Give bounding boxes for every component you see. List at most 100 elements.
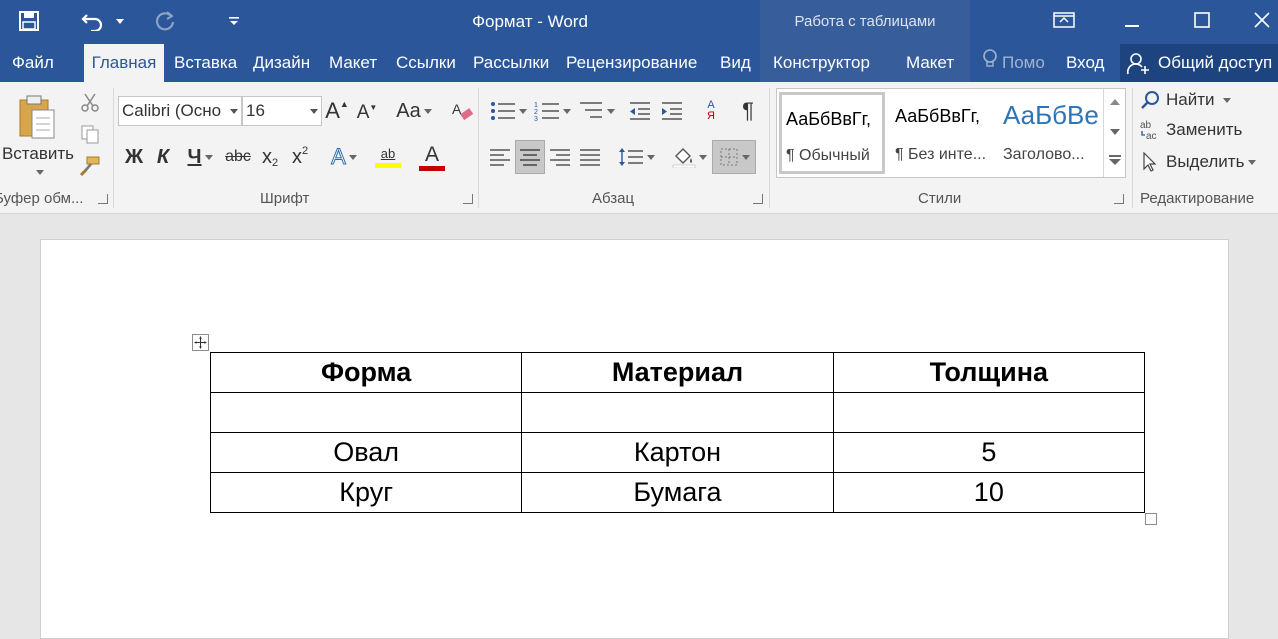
scroll-up-icon[interactable] — [1110, 99, 1120, 105]
line-spacing-icon[interactable] — [614, 142, 658, 172]
redo-icon[interactable] — [150, 6, 180, 36]
paragraph-group-label: Абзац — [592, 190, 635, 207]
paste-button[interactable]: Вставить — [0, 86, 76, 182]
minimize-icon[interactable] — [1110, 0, 1154, 40]
clipboard-group-label: Буфер обм... — [0, 190, 84, 207]
table-header-row: Форма Материал Толщина — [209, 352, 1146, 393]
tab-design[interactable]: Дизайн — [253, 44, 310, 82]
font-name-combo[interactable]: Calibri (Осно — [118, 96, 242, 126]
superscript-button[interactable]: x2 — [286, 142, 314, 172]
ribbon-display-icon[interactable] — [1042, 0, 1086, 40]
find-button[interactable]: Найти — [1140, 88, 1231, 112]
underline-button[interactable]: Ч — [180, 142, 220, 172]
tab-review[interactable]: Рецензирование — [566, 44, 697, 82]
document-table[interactable]: Форма Материал Толщина Овал Картон 5 Кру… — [209, 352, 1146, 513]
style-normal[interactable]: АаБбВвГг, ¶ Обычный — [779, 92, 885, 174]
select-button[interactable]: Выделить — [1140, 150, 1257, 174]
styles-more-icon[interactable] — [1109, 155, 1121, 165]
font-color-button[interactable]: A — [410, 140, 454, 174]
font-size-combo[interactable]: 16 — [242, 96, 322, 126]
tab-references[interactable]: Ссылки — [396, 44, 456, 82]
format-painter-icon[interactable] — [78, 154, 102, 178]
align-left-icon[interactable] — [486, 142, 514, 172]
show-marks-button[interactable]: ¶ — [736, 96, 760, 126]
undo-dropdown-icon[interactable] — [112, 6, 128, 36]
multilevel-list-icon[interactable] — [576, 96, 616, 126]
font-launcher-icon[interactable] — [463, 194, 473, 204]
subscript-icon: x — [261, 145, 272, 168]
subscript-mark: 2 — [271, 157, 279, 169]
tab-table-layout[interactable]: Макет — [906, 44, 954, 82]
sort-button[interactable]: А Я — [698, 96, 724, 126]
align-right-icon[interactable] — [546, 142, 574, 172]
shading-icon[interactable] — [668, 142, 710, 172]
sort-bottom-letter: Я — [707, 110, 715, 122]
table-cell[interactable]: 10 — [832, 472, 1146, 513]
share-button[interactable]: Общий доступ — [1120, 44, 1278, 82]
numbering-icon[interactable]: 123 — [532, 96, 572, 126]
strikethrough-button[interactable]: abc — [222, 142, 254, 172]
chevron-down-icon — [310, 109, 318, 114]
table-cell[interactable]: Овал — [209, 432, 523, 473]
italic-button[interactable]: К — [150, 142, 176, 172]
font-color-bar — [419, 165, 445, 171]
table-cell[interactable]: Картон — [521, 432, 834, 473]
maximize-icon[interactable] — [1180, 0, 1224, 40]
undo-icon[interactable] — [78, 6, 108, 36]
table-cell[interactable]: Бумага — [521, 472, 834, 513]
table-cell[interactable] — [832, 392, 1146, 433]
style-preview: АаБбВвГг, — [786, 109, 872, 129]
grow-font-icon: A — [325, 98, 340, 123]
table-resize-handle[interactable] — [1145, 513, 1157, 525]
styles-scrollbar[interactable] — [1103, 89, 1125, 177]
table-cell[interactable]: 5 — [832, 432, 1146, 473]
style-heading-1[interactable]: АаБбВе Заголово... — [997, 92, 1103, 174]
tab-table-design[interactable]: Конструктор — [773, 44, 870, 82]
tab-layout[interactable]: Макет — [329, 44, 377, 82]
bullets-icon[interactable] — [488, 96, 528, 126]
style-name: ¶ Обычный — [786, 147, 870, 164]
copy-icon[interactable] — [78, 122, 102, 146]
clear-formatting-icon[interactable]: A — [448, 96, 476, 126]
paragraph-launcher-icon[interactable] — [753, 194, 763, 204]
table-header-cell[interactable]: Материал — [521, 352, 834, 393]
shrink-font-button[interactable]: A ▼ — [356, 98, 378, 128]
borders-icon[interactable] — [712, 140, 756, 174]
grow-font-button[interactable]: A ▲ — [325, 96, 349, 126]
bold-button[interactable]: Ж — [120, 142, 148, 172]
text-effects-button[interactable]: A — [324, 142, 364, 172]
group-divider — [769, 88, 770, 208]
subscript-button[interactable]: x2 — [256, 142, 284, 172]
paste-dropdown-icon[interactable] — [35, 169, 44, 175]
tab-home[interactable]: Главная — [84, 44, 164, 82]
scroll-down-icon[interactable] — [1110, 129, 1120, 135]
table-cell[interactable]: Круг — [209, 472, 523, 513]
tab-file[interactable]: Файл — [12, 44, 54, 82]
table-cell[interactable] — [209, 392, 523, 433]
table-cell[interactable] — [521, 392, 834, 433]
table-move-handle-icon[interactable] — [192, 334, 209, 351]
cut-icon[interactable] — [78, 90, 102, 114]
tab-view[interactable]: Вид — [720, 44, 751, 82]
customize-qat-icon[interactable] — [224, 6, 244, 36]
decrease-indent-icon[interactable] — [626, 96, 654, 126]
table-header-cell[interactable]: Форма — [209, 352, 523, 393]
style-no-spacing[interactable]: АаБбВвГг, ¶ Без инте... — [889, 92, 993, 174]
tab-insert[interactable]: Вставка — [174, 44, 237, 82]
tell-me-search[interactable]: Помо — [982, 44, 1045, 82]
sign-in-link[interactable]: Вход — [1066, 44, 1104, 82]
styles-launcher-icon[interactable] — [1114, 194, 1124, 204]
change-case-button[interactable]: Aa — [394, 96, 434, 126]
justify-icon[interactable] — [576, 142, 604, 172]
table-header-cell[interactable]: Толщина — [832, 352, 1146, 393]
replace-button[interactable]: ab ac Заменить — [1140, 118, 1242, 142]
highlight-button[interactable]: ab — [366, 140, 410, 174]
clipboard-launcher-icon[interactable] — [98, 194, 108, 204]
align-center-icon[interactable] — [515, 140, 545, 174]
save-icon[interactable] — [14, 6, 44, 36]
style-preview: АаБбВвГг, — [895, 106, 981, 126]
increase-indent-icon[interactable] — [658, 96, 686, 126]
tab-mailings[interactable]: Рассылки — [473, 44, 549, 82]
svg-text:1: 1 — [534, 102, 538, 109]
close-icon[interactable] — [1240, 0, 1278, 40]
